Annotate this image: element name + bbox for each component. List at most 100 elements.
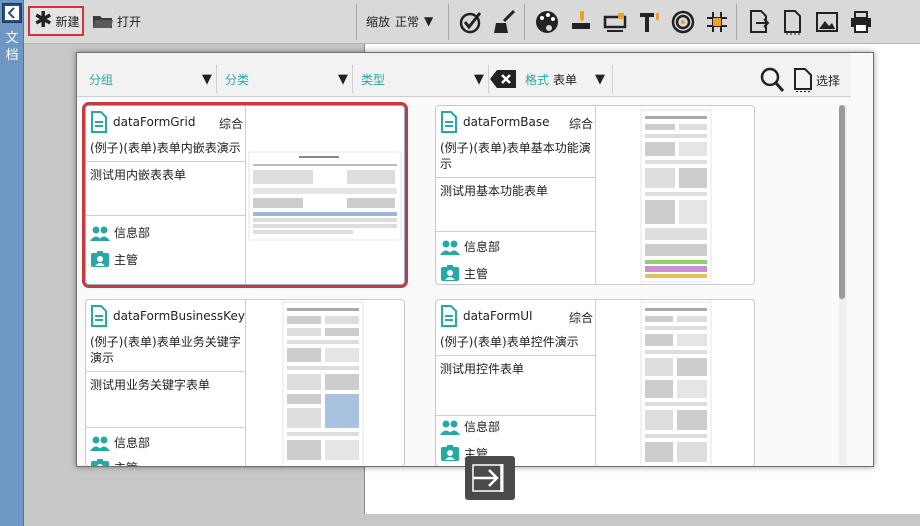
type-filter[interactable]: 类型 ▼ (353, 65, 489, 93)
card-role: 主管 (90, 458, 138, 467)
toolbar-divider (736, 4, 737, 40)
card-role-label: 主管 (114, 459, 138, 467)
template-card[interactable]: dataFormBase 综合 (例子)(表单)表单基本功能演示 测试用基本功能… (435, 105, 755, 285)
folder-icon (93, 16, 113, 28)
spiral-icon[interactable] (668, 7, 698, 37)
card-note: 测试用业务关键字表单 (86, 372, 246, 428)
zoom-label: 缩放 (366, 14, 391, 29)
card-info-panel: dataFormUI 综合 (例子)(表单)表单控件演示 测试用控件表单 信息部… (436, 300, 596, 466)
card-note: 测试用基本功能表单 (436, 178, 596, 232)
ruler-pen-icon[interactable] (566, 7, 596, 37)
users-icon (440, 420, 460, 435)
card-description: (例子)(表单)表单控件演示 (436, 332, 596, 356)
input-field-icon[interactable] (600, 7, 630, 37)
card-info-panel: dataFormBusinessKey (例子)(表单)表单业务关键字演示 测试… (86, 300, 246, 466)
open-button[interactable]: 打开 (88, 6, 154, 36)
card-description: (例子)(表单)表单业务关键字演示 (86, 332, 246, 372)
chevron-down-icon: ▼ (338, 71, 348, 87)
grid-table-icon[interactable] (702, 7, 732, 37)
card-dept: 信息部 (440, 238, 500, 255)
card-tag: 综合 (218, 117, 243, 131)
new-button-label: 新建 (55, 14, 80, 29)
palette-icon[interactable] (532, 7, 562, 37)
export-doc-icon[interactable] (744, 7, 774, 37)
card-role-label: 主管 (464, 266, 489, 281)
card-role: 主管 (90, 250, 138, 268)
new-page-icon[interactable] (778, 7, 808, 37)
category-filter-label: 分类 (225, 72, 250, 87)
text-pen-icon[interactable] (634, 7, 664, 37)
format-label: 格式 (525, 72, 550, 87)
group-filter[interactable]: 分组 ▼ (81, 65, 217, 93)
arrow-right-bar-icon (472, 464, 504, 492)
card-description: (例子)(表单)表单内嵌表演示 (86, 138, 246, 162)
asterisk-icon: ✱ (34, 8, 53, 33)
top-toolbar: ✱ 新建 打开 缩放 正常 ▼ (24, 0, 920, 44)
new-document-dialog: 分组 ▼ 分类 ▼ 类型 ▼ 格式 表单 ▼ 选择 dataFormGrid 综… (76, 52, 874, 467)
document-icon (794, 68, 812, 92)
new-button[interactable]: ✱ 新建 (28, 6, 84, 36)
card-thumbnail (247, 300, 404, 466)
users-icon (90, 436, 110, 451)
filter-bar: 分组 ▼ 分类 ▼ 类型 ▼ 格式 表单 ▼ 选择 (77, 53, 851, 97)
card-info-panel: dataFormBase 综合 (例子)(表单)表单基本功能演示 测试用基本功能… (436, 106, 596, 284)
card-tag: 综合 (568, 117, 593, 131)
left-strip (0, 0, 24, 526)
card-dept-label: 信息部 (464, 240, 501, 254)
users-icon (90, 226, 110, 241)
check-edit-icon[interactable] (456, 7, 486, 37)
card-thumbnail (597, 300, 754, 466)
search-icon[interactable] (759, 67, 785, 93)
card-dept-label: 信息部 (114, 226, 151, 240)
id-badge-icon (441, 265, 459, 281)
template-card[interactable]: dataFormUI 综合 (例子)(表单)表单控件演示 测试用控件表单 信息部… (435, 299, 755, 466)
template-card[interactable]: dataFormBusinessKey (例子)(表单)表单业务关键字演示 测试… (85, 299, 405, 466)
type-filter-label: 类型 (361, 72, 386, 87)
toolbar-divider (356, 4, 357, 40)
form-doc-icon (91, 111, 107, 133)
category-filter[interactable]: 分类 ▼ (217, 65, 353, 93)
select-button[interactable]: 选择 (793, 67, 849, 93)
open-button-label: 打开 (117, 14, 142, 29)
collapse-panel-button[interactable] (465, 456, 515, 500)
toolbar-divider (524, 4, 525, 40)
toolbar-divider (448, 4, 449, 40)
card-thumbnail (247, 106, 404, 284)
side-label-doc[interactable]: 文档 (0, 30, 24, 64)
scrollbar-thumb[interactable] (839, 105, 845, 299)
chevron-down-icon: ▼ (424, 14, 434, 28)
card-title: dataFormBase (463, 115, 550, 129)
template-card[interactable]: dataFormGrid 综合 (例子)(表单)表单内嵌表演示 测试用内嵌表表单… (82, 102, 408, 288)
select-button-label: 选择 (816, 73, 841, 88)
card-title: dataFormBusinessKey (113, 309, 245, 323)
id-badge-icon (441, 445, 459, 461)
chevron-down-icon: ▼ (595, 71, 606, 87)
card-title-row: dataFormBusinessKey (86, 300, 246, 332)
form-doc-icon (91, 305, 107, 327)
canvas-footer (364, 514, 920, 526)
format-filter[interactable]: 格式 表单 ▼ (519, 65, 613, 93)
card-tag: 综合 (568, 311, 593, 325)
group-filter-label: 分组 (89, 72, 114, 87)
doc-nav-icon[interactable] (2, 3, 22, 23)
print-icon[interactable] (846, 7, 876, 37)
card-info-panel: dataFormGrid 综合 (例子)(表单)表单内嵌表演示 测试用内嵌表表单… (86, 106, 246, 284)
card-note: 测试用控件表单 (436, 356, 596, 416)
card-thumbnail (597, 106, 754, 284)
id-badge-icon (91, 459, 109, 466)
image-icon[interactable] (812, 7, 842, 37)
form-doc-icon (441, 111, 457, 133)
brush-icon[interactable] (490, 7, 520, 37)
card-dept: 信息部 (440, 418, 500, 435)
card-role-label: 主管 (114, 252, 139, 267)
card-note: 测试用内嵌表表单 (86, 162, 246, 216)
chevron-down-icon: ▼ (474, 71, 484, 87)
clear-filter-icon[interactable] (489, 69, 517, 89)
card-dept-label: 信息部 (114, 436, 151, 450)
chevron-down-icon: ▼ (202, 71, 212, 87)
card-description: (例子)(表单)表单基本功能演示 (436, 138, 596, 178)
zoom-select[interactable]: 缩放 正常 ▼ (366, 6, 448, 36)
users-icon (440, 240, 460, 255)
card-dept: 信息部 (90, 224, 150, 241)
format-value: 表单 (553, 72, 578, 87)
